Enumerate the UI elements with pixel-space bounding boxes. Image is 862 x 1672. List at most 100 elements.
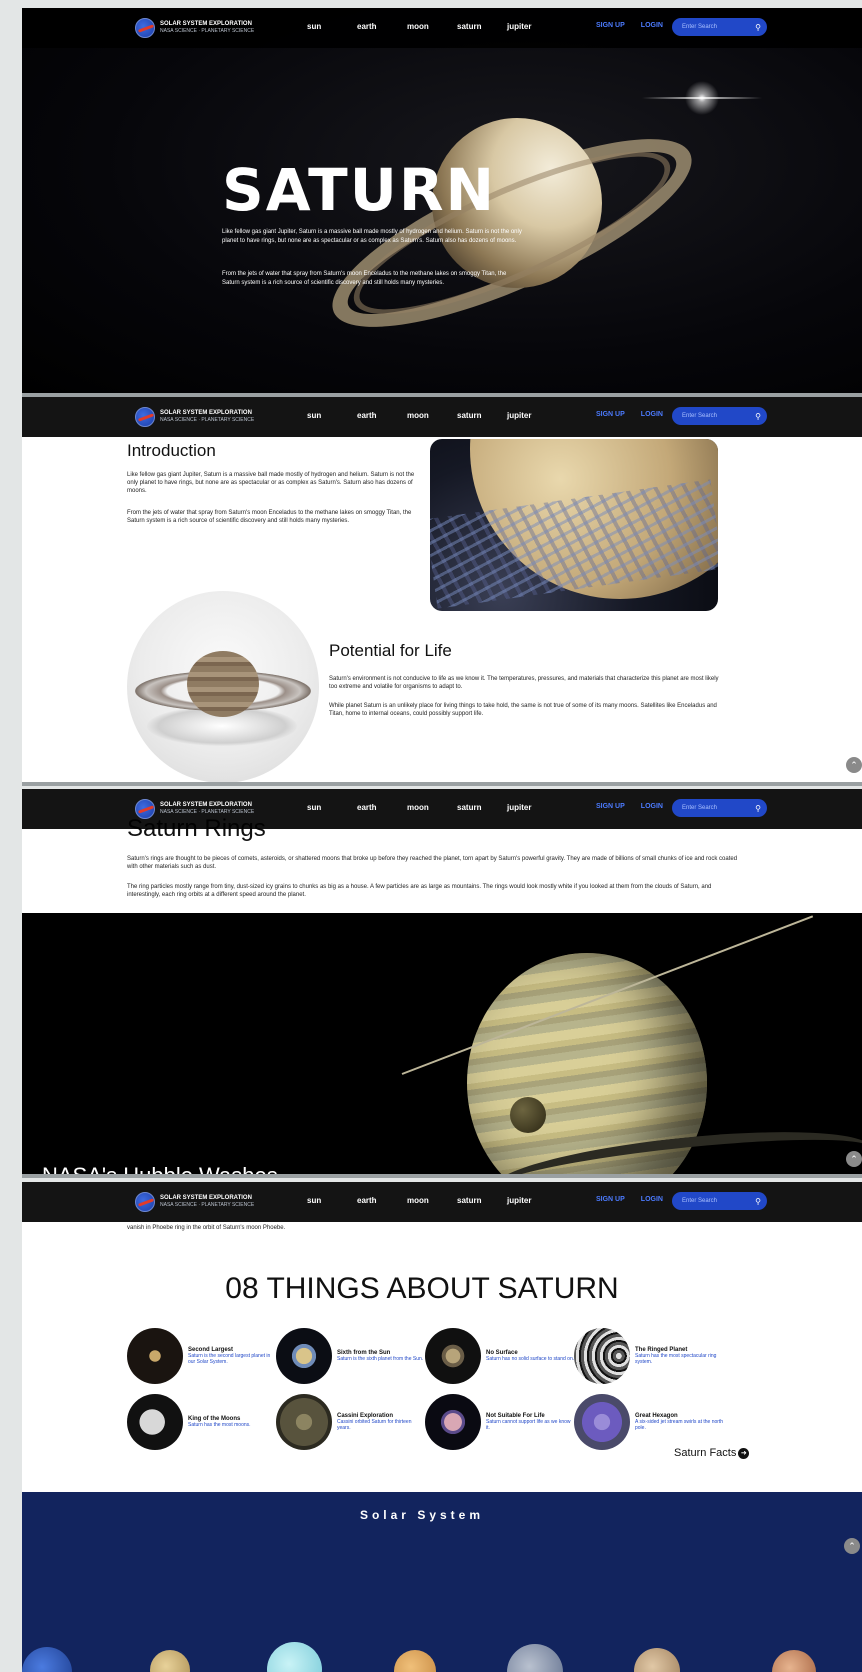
- star-flare-image: [642, 78, 762, 118]
- card-desc: Cassini orbited Saturn for thirteen year…: [337, 1419, 412, 1431]
- login-link[interactable]: LOGIN: [641, 1196, 663, 1203]
- signup-link[interactable]: SIGN UP: [596, 411, 625, 418]
- search-box[interactable]: Enter Search ⚲: [672, 1192, 767, 1210]
- search-icon[interactable]: ⚲: [749, 804, 767, 813]
- fact-card[interactable]: Cassini Exploration Cassini orbited Satur…: [276, 1394, 426, 1450]
- card-desc: Saturn cannot support life as we know it…: [486, 1419, 571, 1431]
- nav-link-moon[interactable]: moon: [407, 22, 457, 31]
- fact-card[interactable]: No Surface Saturn has no solid surface to…: [425, 1328, 575, 1384]
- moon-thumb-image: [127, 1394, 183, 1450]
- planet-saturn-image[interactable]: [150, 1650, 190, 1672]
- ring-closeup-thumb-image: [574, 1328, 630, 1384]
- logo[interactable]: SOLAR SYSTEM EXPLORATION NASA SCIENCE · …: [135, 407, 254, 427]
- planet-venus-image[interactable]: [394, 1650, 436, 1672]
- search-box[interactable]: Enter Search ⚲: [672, 18, 767, 36]
- logo[interactable]: SOLAR SYSTEM EXPLORATION NASA SCIENCE · …: [135, 18, 254, 38]
- intro-heading: Introduction: [127, 441, 216, 460]
- search-icon[interactable]: ⚲: [749, 412, 767, 421]
- search-input[interactable]: Enter Search: [682, 413, 749, 419]
- search-input[interactable]: Enter Search: [682, 805, 749, 811]
- logo[interactable]: SOLAR SYSTEM EXPLORATION NASA SCIENCE · …: [135, 1192, 254, 1212]
- nav-link-moon[interactable]: moon: [407, 1196, 457, 1205]
- nav-link-saturn[interactable]: saturn: [457, 411, 507, 420]
- logo-subtitle: NASA SCIENCE · PLANETARY SCIENCE: [160, 1202, 255, 1208]
- rings-paragraph-2: The ring particles mostly range from tin…: [127, 884, 712, 898]
- fact-card[interactable]: Sixth from the Sun Saturn is the sixth pl…: [276, 1328, 426, 1384]
- saturn-surface-thumb-image: [425, 1328, 481, 1384]
- cassini-thumb-image: [276, 1394, 332, 1450]
- nav-link-sun[interactable]: sun: [307, 1196, 357, 1205]
- signup-link[interactable]: SIGN UP: [596, 803, 625, 810]
- logo[interactable]: SOLAR SYSTEM EXPLORATION NASA SCIENCE · …: [135, 799, 254, 819]
- titan-moon-image: [510, 1097, 546, 1133]
- scroll-up-button[interactable]: ⌃: [844, 1538, 860, 1554]
- fact-card[interactable]: Second Largest Saturn is the second large…: [127, 1328, 277, 1384]
- rings-paragraph-1: Saturn's rings are thought to be pieces …: [127, 856, 738, 870]
- planet-earth-clouds-image[interactable]: [507, 1644, 563, 1672]
- arrow-circle-icon: ➜: [738, 1447, 750, 1459]
- page: SOLAR SYSTEM EXPLORATION NASA SCIENCE · …: [0, 0, 862, 1672]
- planet-uranus-image[interactable]: [267, 1642, 322, 1672]
- nav-link-earth[interactable]: earth: [357, 22, 407, 31]
- nav-link-earth[interactable]: earth: [357, 803, 407, 812]
- search-icon[interactable]: ⚲: [749, 1197, 767, 1206]
- search-box[interactable]: Enter Search ⚲: [672, 799, 767, 817]
- nav-link-earth[interactable]: earth: [357, 1196, 407, 1205]
- nav-link-jupiter[interactable]: jupiter: [507, 1196, 557, 1205]
- login-link[interactable]: LOGIN: [641, 803, 663, 810]
- search-input[interactable]: Enter Search: [682, 24, 749, 30]
- nav-link-saturn[interactable]: saturn: [457, 1196, 507, 1205]
- solar-system-heading: Solar System: [359, 1508, 485, 1522]
- login-link[interactable]: LOGIN: [641, 411, 663, 418]
- logo-subtitle: NASA SCIENCE · PLANETARY SCIENCE: [160, 809, 255, 815]
- scroll-up-button[interactable]: ⌃: [846, 757, 862, 773]
- fact-card[interactable]: The Ringed Planet Saturn has the most spe…: [574, 1328, 724, 1384]
- logo-title: SOLAR SYSTEM EXPLORATION: [160, 21, 252, 27]
- intro-paragraph-1: Like fellow gas giant Jupiter, Saturn is…: [127, 472, 415, 494]
- signup-link[interactable]: SIGN UP: [596, 1196, 625, 1203]
- nav-link-earth[interactable]: earth: [357, 411, 407, 420]
- card-desc: Saturn is the second largest planet in o…: [188, 1353, 271, 1365]
- search-icon[interactable]: ⚲: [749, 23, 767, 32]
- fact-card[interactable]: King of the Moons Saturn has the most moo…: [127, 1394, 277, 1450]
- saturn-facts-link[interactable]: Saturn Facts ➜: [674, 1447, 750, 1459]
- nav-links: sun earth moon saturn jupiter: [307, 22, 557, 31]
- nav-links: sun earth moon saturn jupiter: [307, 803, 557, 812]
- hero-paragraph-1: Like fellow gas giant Jupiter, Saturn is…: [222, 229, 522, 244]
- tilted-saturn-thumb-image: [425, 1394, 481, 1450]
- search-box[interactable]: Enter Search ⚲: [672, 407, 767, 425]
- things-preline: vanish in Phoebe ring in the orbit of Sa…: [127, 1225, 286, 1231]
- logo-title: SOLAR SYSTEM EXPLORATION: [160, 802, 252, 808]
- card-desc: Saturn is the sixth planet from the Sun.: [337, 1356, 424, 1362]
- nav-link-moon[interactable]: moon: [407, 411, 457, 420]
- planet-jupiter-image[interactable]: [634, 1648, 680, 1672]
- nav-link-sun[interactable]: sun: [307, 22, 357, 31]
- card-desc: A six-sided jet stream swirls at the nor…: [635, 1419, 724, 1431]
- nav-links: sun earth moon saturn jupiter: [307, 411, 557, 420]
- nav-link-jupiter[interactable]: jupiter: [507, 803, 557, 812]
- search-input[interactable]: Enter Search: [682, 1198, 749, 1204]
- logo-subtitle: NASA SCIENCE · PLANETARY SCIENCE: [160, 417, 255, 423]
- life-paragraph-1: Saturn's environment is not conducive to…: [329, 676, 719, 690]
- fact-card[interactable]: Great Hexagon A six-sided jet stream swir…: [574, 1394, 724, 1450]
- login-link[interactable]: LOGIN: [641, 22, 663, 29]
- planet-mars-image[interactable]: [772, 1650, 816, 1672]
- nav-link-jupiter[interactable]: jupiter: [507, 411, 557, 420]
- fact-card[interactable]: Not Suitable For Life Saturn cannot suppo…: [425, 1394, 575, 1450]
- nav-link-sun[interactable]: sun: [307, 803, 357, 812]
- scroll-up-button[interactable]: ⌃: [846, 1151, 862, 1167]
- nav-link-moon[interactable]: moon: [407, 803, 457, 812]
- things-section: SOLAR SYSTEM EXPLORATION NASA SCIENCE · …: [22, 1182, 862, 1492]
- nav-link-saturn[interactable]: saturn: [457, 803, 507, 812]
- nav-link-sun[interactable]: sun: [307, 411, 357, 420]
- top-nav: SOLAR SYSTEM EXPLORATION NASA SCIENCE · …: [22, 1182, 862, 1222]
- nasa-logo-icon: [135, 407, 155, 427]
- nav-link-jupiter[interactable]: jupiter: [507, 22, 557, 31]
- planet-earth-image[interactable]: [22, 1647, 72, 1672]
- top-nav: SOLAR SYSTEM EXPLORATION NASA SCIENCE · …: [22, 397, 862, 437]
- hubble-heading: NASA's Hubble Washes: [42, 1163, 278, 1174]
- nav-link-saturn[interactable]: saturn: [457, 22, 507, 31]
- screenshot-divider: [22, 1174, 862, 1178]
- card-desc: Saturn has the most spectacular ring sys…: [635, 1353, 717, 1365]
- signup-link[interactable]: SIGN UP: [596, 22, 625, 29]
